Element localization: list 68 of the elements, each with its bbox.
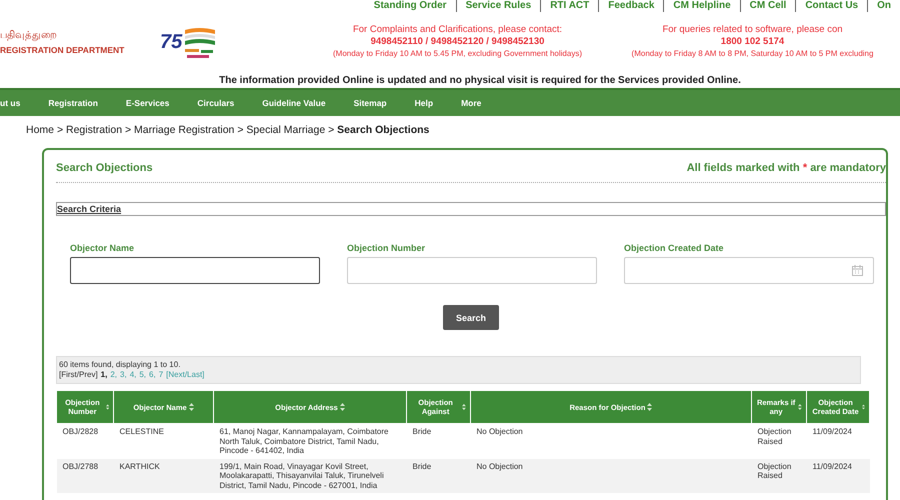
page-link[interactable]: 2,: [110, 370, 118, 380]
contact-hours: (Monday to Friday 8 AM to 8 PM, Saturday 10 AM to 5 PM excluding: [630, 48, 874, 60]
table-cell: Objection Raised: [752, 458, 806, 493]
sort-icon[interactable]: [106, 403, 109, 411]
nav-link[interactable]: E-Services: [126, 98, 170, 108]
page-link[interactable]: 4,: [130, 370, 136, 380]
sort-icon[interactable]: [462, 403, 466, 411]
search-button[interactable]: Search: [443, 305, 499, 330]
table-cell-text: OBJ/2828: [62, 426, 100, 438]
table-cell: Bride: [406, 458, 470, 493]
nav-link[interactable]: Registration: [48, 98, 98, 108]
nav-link[interactable]: More: [461, 98, 482, 108]
mandatory-note: All fields marked with * are mandatory: [686, 162, 886, 174]
sort-icon[interactable]: [188, 403, 194, 411]
department-name: REGISTRATION DEPARTMENT: [0, 44, 126, 54]
sort-icon[interactable]: [862, 403, 865, 411]
field-label: Objector Name: [70, 243, 136, 253]
table-cell: KARTHICK: [114, 458, 214, 493]
table-cell-text: Objection Raised: [756, 426, 792, 448]
nav-link[interactable]: ut us: [0, 98, 20, 108]
field-label: Objection Number: [347, 243, 426, 253]
nav-link[interactable]: Guideline Value: [262, 98, 326, 108]
contact-heading: For queries related to software, please con: [661, 24, 844, 36]
page-link[interactable]: 3,: [120, 370, 127, 380]
table-cell: 11/09/2024: [806, 458, 870, 493]
nav-link[interactable]: Circulars: [197, 98, 234, 108]
pager-next-last[interactable]: [Next/Last]: [166, 370, 204, 380]
table-cell: 199/1, Main Road, Vinayagar Kovil Street, Moolakarapatti, Thisayanvilai Taluk, Tirunelveli District, Tamil Nadu, Pincode - 627001, India: [214, 458, 406, 493]
nav-link[interactable]: Help: [414, 98, 434, 108]
phone-number: 9498452110 / 9498452120 / 9498452130: [370, 36, 546, 48]
contact-hours: (Monday to Friday 10 AM to 5.45 PM, excluding Government holidays): [332, 48, 583, 60]
input-field[interactable]: [70, 257, 320, 284]
panel-title: Search Objections: [56, 162, 153, 174]
table-cell-text: CELESTINE: [118, 426, 165, 438]
results-summary: 60 items found, displaying 1 to 10.: [59, 360, 182, 370]
page-link[interactable]: 5,: [139, 370, 146, 380]
table-cell-text: 61, Manoj Nagar, Kannampalayam, Coimbatore North Taluk, Coimbatore District, Tamil Nadu, Pincode - 641402, India: [218, 426, 390, 457]
page-link[interactable]: 1,: [100, 370, 108, 380]
top-link[interactable]: Standing Order: [364, 0, 456, 12]
notice-text: The information provided Online is updated and no physical visit is required for the Services provided Online.: [219, 75, 741, 86]
pager-first-prev: [First/Prev]: [59, 370, 98, 380]
top-link[interactable]: Feedback: [598, 0, 664, 12]
breadcrumb: Home > Registration > Marriage Registration > Special Marriage > Search Objections: [26, 124, 430, 136]
sort-icon[interactable]: [340, 403, 345, 411]
table-cell: OBJ/2788: [56, 458, 114, 493]
table-cell-text: 11/09/2024: [812, 426, 853, 438]
table-cell-text: No Objection: [476, 426, 524, 438]
sort-icon[interactable]: [647, 403, 652, 411]
section-heading: Search Criteria: [56, 202, 886, 216]
calendar-icon[interactable]: [852, 265, 863, 276]
top-link[interactable]: Service Rules: [456, 0, 540, 12]
top-link[interactable]: On: [867, 0, 900, 12]
table-cell-text: Bride: [412, 426, 432, 438]
nav-link[interactable]: Sitemap: [354, 98, 387, 108]
top-link[interactable]: RTI ACT: [540, 0, 598, 12]
logo-number: 75: [160, 32, 182, 52]
page-link[interactable]: 7: [158, 370, 164, 380]
department-name-tamil: பதிவுத்துறை: [0, 30, 58, 42]
phone-number: 1800 102 5174: [720, 36, 786, 48]
field-label: Objection Created Date: [624, 243, 725, 253]
top-link[interactable]: CM Helpline: [663, 0, 740, 12]
date-field[interactable]: [624, 257, 874, 284]
top-link[interactable]: CM Cell: [740, 0, 796, 12]
contact-heading: For Complaints and Clarifications, please contact:: [352, 24, 564, 36]
table-cell: No Objection: [470, 458, 752, 493]
top-link[interactable]: Contact Us: [795, 0, 868, 12]
page-link[interactable]: 6,: [149, 370, 156, 380]
sort-icon[interactable]: [798, 403, 802, 411]
